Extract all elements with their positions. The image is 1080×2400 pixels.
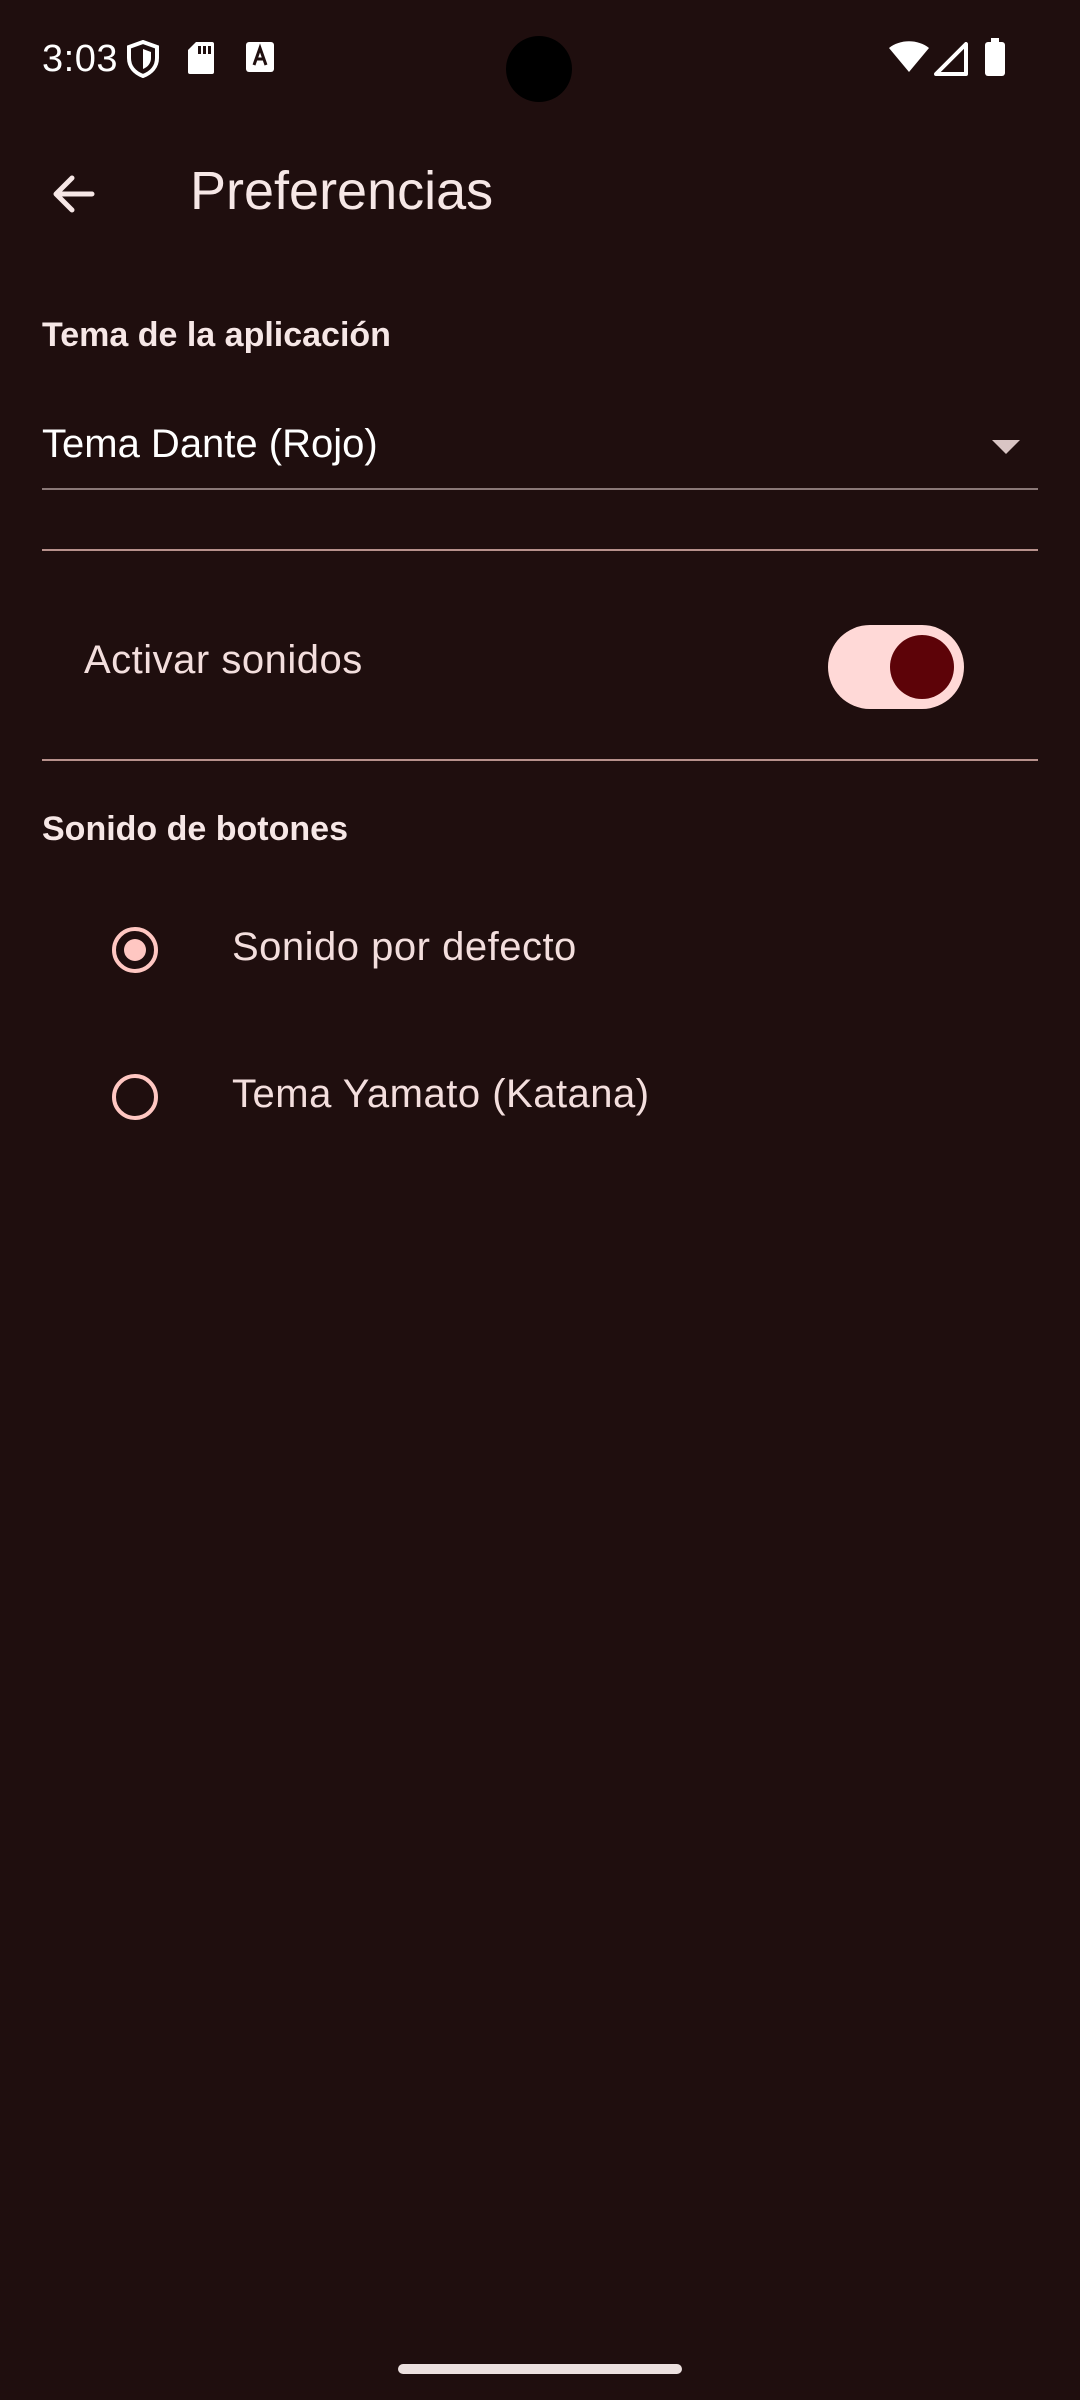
back-button[interactable] bbox=[36, 160, 108, 232]
divider bbox=[42, 549, 1038, 551]
radio-option-label: Sonido por defecto bbox=[232, 925, 577, 969]
divider bbox=[42, 759, 1038, 761]
radio-dot bbox=[124, 939, 146, 961]
app-bar: Preferencias bbox=[0, 130, 1080, 260]
sd-card-icon bbox=[186, 40, 216, 81]
status-bar: 3:03 bbox=[0, 0, 1080, 120]
button-sound-section-label: Sonido de botones bbox=[42, 810, 348, 848]
switch-thumb bbox=[890, 635, 954, 699]
radio-option-label: Tema Yamato (Katana) bbox=[232, 1072, 650, 1116]
arrow-left-icon bbox=[48, 170, 96, 223]
status-time: 3:03 bbox=[42, 38, 118, 80]
radio-button-unselected[interactable] bbox=[112, 1074, 158, 1120]
sounds-toggle-label: Activar sonidos bbox=[84, 638, 363, 682]
dropdown-arrow-icon bbox=[992, 440, 1020, 454]
wifi-icon bbox=[888, 40, 930, 79]
sounds-toggle-row[interactable]: Activar sonidos bbox=[42, 552, 1038, 758]
radio-option-default-sound[interactable]: Sonido por defecto bbox=[42, 880, 1038, 1020]
preferences-screen: 3:03 Preferencias Tema de la aplicación … bbox=[0, 0, 1080, 2400]
battery-icon bbox=[984, 38, 1006, 81]
radio-button-selected[interactable] bbox=[112, 927, 158, 973]
radio-option-yamato-sound[interactable]: Tema Yamato (Katana) bbox=[42, 1027, 1038, 1167]
shield-icon bbox=[126, 39, 160, 83]
theme-section-label: Tema de la aplicación bbox=[42, 316, 391, 354]
sounds-toggle-switch[interactable] bbox=[828, 625, 964, 709]
front-camera bbox=[506, 36, 572, 102]
theme-dropdown[interactable]: Tema Dante (Rojo) bbox=[42, 404, 1038, 490]
theme-dropdown-value: Tema Dante (Rojo) bbox=[42, 422, 378, 466]
gesture-nav-handle[interactable] bbox=[398, 2364, 682, 2374]
cell-signal-icon bbox=[934, 42, 968, 81]
keyboard-a-icon bbox=[244, 40, 276, 79]
page-title: Preferencias bbox=[190, 161, 494, 221]
